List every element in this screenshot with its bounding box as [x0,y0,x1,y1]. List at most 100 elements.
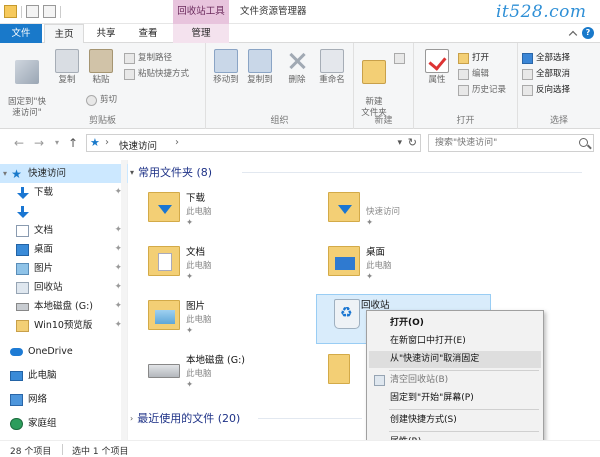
ribbon: 固定到"快 速访问" 复制 粘贴 复制路径 粘贴快捷方式 剪切 剪贴板 移动到 [0,43,600,129]
menu-item-open[interactable]: 打开(O) [369,315,541,332]
help-icon[interactable]: ? [582,27,594,39]
sidebar-item-desktop[interactable]: 桌面 ✦ [0,240,128,259]
tile-pictures[interactable]: 图片 此电脑 ✦ [134,296,309,346]
sidebar-item-label: 此电脑 [28,370,57,381]
menu-item-create-shortcut[interactable]: 创建快捷方式(S) [369,412,541,429]
search-box[interactable] [428,134,594,152]
tile-desktop[interactable]: 桌面 此电脑 ✦ [314,242,489,292]
paste-shortcut-icon [124,68,135,80]
tile-downloads-quick[interactable]: 快速访问 ✦ [314,188,489,238]
select-all-label: 全部选择 [536,53,571,63]
breadcrumb-quick-access[interactable]: 快速访问 [119,138,157,152]
chevron-right-icon[interactable]: › [130,414,133,423]
sidebar-item-homegroup[interactable]: 家庭组 [0,414,128,433]
rename-button[interactable]: 重命名 [314,49,350,86]
menu-item-label: 清空回收站(B) [390,375,449,385]
group-label-open: 打开 [456,116,475,126]
forward-arrow-icon[interactable]: → [32,136,46,150]
delete-icon [285,49,309,73]
drive-icon [148,364,180,378]
status-bar: 28 个项目 选中 1 个项目 [0,440,600,457]
section-title: 常用文件夹 (8) [138,166,213,179]
sidebar-item-quick-access[interactable]: ▾ ★ 快速访问 [0,164,128,183]
recent-files-header[interactable]: › 最近使用的文件 (20) [130,410,240,426]
copy-path-button[interactable]: 复制路径 [124,51,172,65]
chevron-down-icon[interactable]: ▾ [0,164,10,183]
menu-item-empty-recycle-bin[interactable]: 清空回收站(B) [369,372,541,389]
properties-button[interactable]: 属性 [422,49,452,86]
ribbon-tab-row: 文件 主页 共享 查看 管理 ? [0,24,600,44]
tile-local-disk-g[interactable]: 本地磁盘 (G:) 此电脑 ✦ [134,350,309,400]
item-count: 28 个项目 [10,447,52,457]
properties-icon[interactable] [26,5,39,18]
tab-view[interactable]: 查看 [128,24,168,43]
menu-item-open-new-window[interactable]: 在新窗口中打开(E) [369,333,541,350]
back-arrow-icon[interactable]: ← [12,136,26,150]
tab-manage[interactable]: 管理 [173,24,229,43]
sidebar-item-downloads-arrow[interactable] [0,202,128,221]
network-icon [10,393,23,406]
new-folder-icon[interactable] [43,5,56,18]
chevron-up-icon[interactable] [568,30,578,40]
select-all-button[interactable]: 全部选择 [522,51,570,65]
history-button[interactable]: 历史记录 [458,83,506,97]
new-item-button[interactable] [394,51,405,65]
tab-share[interactable]: 共享 [86,24,126,43]
menu-item-unpin-quick-access[interactable]: 从"快速访问"取消固定 [369,351,541,368]
sidebar-item-downloads[interactable]: 下载 ✦ [0,183,128,202]
open-icon [458,52,469,64]
tab-home[interactable]: 主页 [44,24,84,44]
sidebar-item-recycle-bin[interactable]: 回收站 ✦ [0,278,128,297]
recycle-bin-icon [16,281,29,294]
move-to-button[interactable]: 移动到 [210,49,242,86]
tile-location: 此电脑 [186,315,212,325]
edit-button[interactable]: 编辑 [458,67,489,81]
folder-icon[interactable] [4,5,17,18]
paste-label: 粘贴 [92,75,110,85]
select-all-icon [522,52,533,64]
refresh-icon[interactable]: ↻ [408,136,417,150]
chevron-down-icon[interactable]: ▾ [397,137,402,149]
menu-item-pin-start[interactable]: 固定到"开始"屏幕(P) [369,390,541,407]
sidebar-item-documents[interactable]: 文档 ✦ [0,221,128,240]
open-button[interactable]: 打开 [458,51,489,65]
pictures-icon [16,262,29,275]
frequent-folders-header[interactable]: ▾ 常用文件夹 (8) [130,164,212,180]
sidebar-item-onedrive[interactable]: OneDrive [0,342,128,361]
copy-to-button[interactable]: 复制到 [244,49,276,86]
cut-button[interactable]: 剪切 [86,93,117,107]
tile-documents[interactable]: 文档 此电脑 ✦ [134,242,309,292]
select-none-button[interactable]: 全部取消 [522,67,570,81]
chevron-down-icon[interactable]: ▾ [130,168,134,177]
chevron-right-icon[interactable]: › [105,137,109,149]
new-item-icon [394,52,405,64]
sidebar-item-local-disk-g[interactable]: 本地磁盘 (G:) ✦ [0,297,128,316]
chevron-right-icon[interactable]: › [175,137,179,149]
pin-icon: ✦ [186,326,194,336]
tile-location: 快速访问 [366,207,401,217]
paste-button[interactable]: 粘贴 [86,49,116,86]
sidebar-item-network[interactable]: 网络 [0,390,128,409]
delete-button[interactable]: 删除 [282,49,312,86]
documents-folder-icon [148,246,180,276]
search-input[interactable] [429,135,569,151]
divider [389,431,539,432]
search-icon[interactable] [579,138,588,147]
sidebar-item-this-pc[interactable]: 此电脑 [0,366,128,385]
tile-downloads[interactable]: 下载 此电脑 ✦ [134,188,309,238]
address-bar[interactable]: ★ › 快速访问 › ▾ ↻ [86,134,421,152]
paste-shortcut-button[interactable]: 粘贴快捷方式 [124,67,189,81]
sidebar-item-pictures[interactable]: 图片 ✦ [0,259,128,278]
copy-button[interactable]: 复制 [52,49,82,86]
ribbon-controls: ? [568,27,594,40]
recent-locations-icon[interactable]: ▾ [50,136,64,150]
new-folder-button[interactable]: 新建 文件夹 [358,49,390,119]
tile-name: 本地磁盘 (G:) [186,355,245,366]
tab-file[interactable]: 文件 [0,24,42,43]
up-arrow-icon[interactable]: ↑ [66,136,80,150]
invert-selection-button[interactable]: 反向选择 [522,83,570,97]
sidebar-item-win10-preview[interactable]: Win10预览版 ✦ [0,316,128,335]
pin-quick-access-button[interactable]: 固定到"快 速访问" [4,49,50,119]
tile-name: 下载 [186,193,206,204]
sidebar-scrollbar[interactable] [121,160,127,440]
